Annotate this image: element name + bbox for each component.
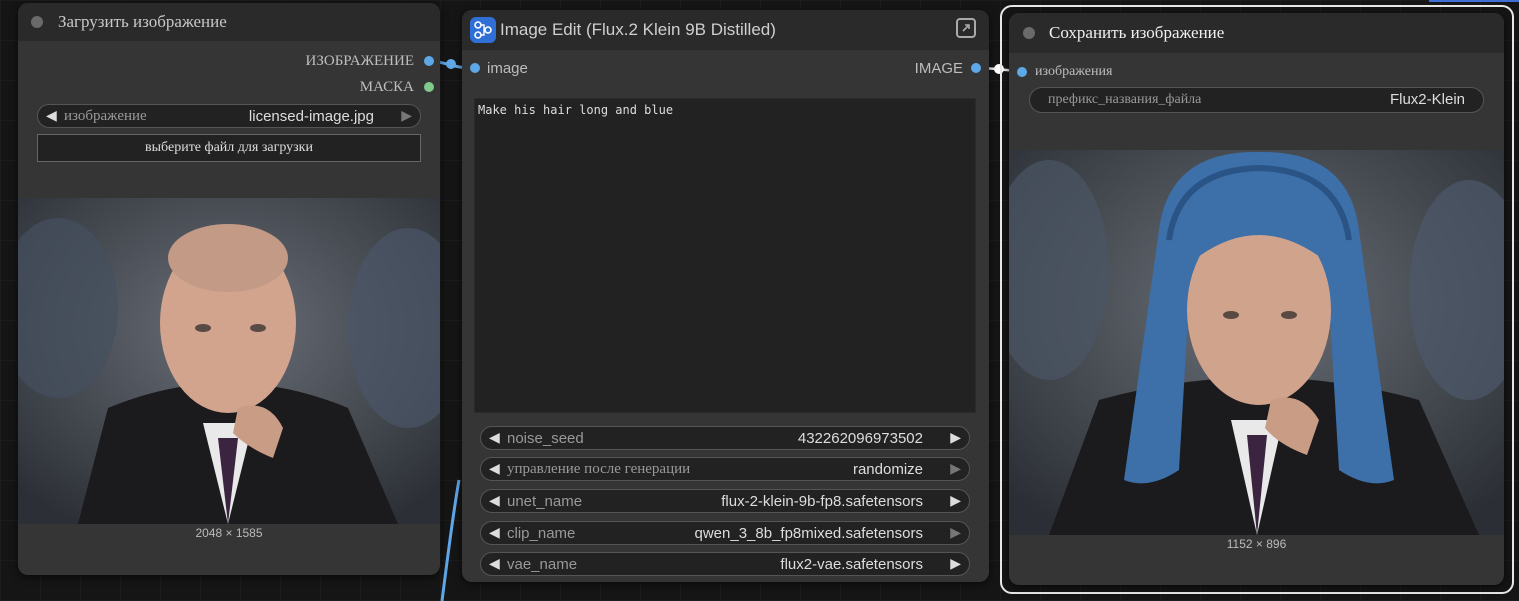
widget-value: 432262096973502 [797, 430, 923, 447]
widget-label: clip_name [507, 525, 576, 542]
arrow-right-icon[interactable]: ▶ [950, 555, 961, 572]
image-dimensions: 1152 × 896 [1226, 537, 1287, 551]
node-title: Сохранить изображение [1049, 23, 1225, 42]
node-title: Загрузить изображение [58, 12, 227, 31]
arrow-left-icon[interactable]: ◀ [489, 492, 500, 509]
edited-portrait-photo [1009, 150, 1504, 535]
widget-label: vae_name [507, 556, 578, 573]
prompt-textarea[interactable]: Make his hair long and blue [474, 98, 976, 413]
image-edit-node[interactable]: Image Edit (Flux.2 Klein 9B Distilled) i… [462, 10, 989, 582]
filename-prefix-widget[interactable]: префикс_названия_файла Flux2-Klein [1029, 87, 1484, 113]
unet-name-widget[interactable]: ◀ unet_name flux-2-klein-9b-fp8.safetens… [480, 489, 970, 513]
node-title: Image Edit (Flux.2 Klein 9B Distilled) [500, 20, 776, 39]
top-right-accent [1429, 0, 1519, 2]
load-image-node[interactable]: Загрузить изображение ИЗОБРАЖЕНИЕ МАСКА … [18, 3, 440, 575]
arrow-right-icon[interactable]: ▶ [950, 492, 961, 509]
widget-value: Flux2-Klein [1389, 91, 1465, 108]
arrow-right-icon[interactable]: ▶ [950, 460, 961, 477]
input-images-slot[interactable] [1017, 67, 1027, 77]
output-preview-image [1009, 150, 1504, 535]
widget-value: flux2-vae.safetensors [780, 556, 923, 573]
widget-label: управление после генерации [507, 461, 691, 477]
arrow-right-icon[interactable]: ▶ [950, 524, 961, 541]
save-image-node[interactable]: Сохранить изображение изображения префик… [1009, 13, 1504, 585]
input-image-label: image [487, 60, 528, 77]
output-image-label: ИЗОБРАЖЕНИЕ [305, 53, 414, 69]
widget-label: префикс_названия_файла [1048, 92, 1202, 107]
widget-value: licensed-image.jpg [248, 108, 374, 125]
arrow-right-icon[interactable]: ▶ [950, 429, 961, 446]
output-image-slot[interactable] [424, 56, 434, 66]
image-dimensions: 2048 × 1585 [195, 526, 263, 540]
subgraph-icon [470, 17, 496, 43]
arrow-left-icon[interactable]: ◀ [46, 107, 57, 124]
image-select-widget[interactable]: ◀ изображение licensed-image.jpg ▶ [37, 104, 421, 128]
collapse-dot-icon[interactable] [31, 16, 43, 28]
arrow-left-icon[interactable]: ◀ [489, 460, 500, 477]
widget-value: qwen_3_8b_fp8mixed.safetensors [694, 525, 924, 542]
input-images-label: изображения [1035, 64, 1113, 79]
widget-label: изображение [64, 108, 147, 124]
output-image-label: IMAGE [914, 60, 963, 77]
output-mask-label: МАСКА [359, 79, 414, 95]
input-image-slot[interactable] [470, 63, 480, 73]
preview-image [18, 198, 440, 524]
widget-label: unet_name [507, 493, 583, 510]
widget-value: flux-2-klein-9b-fp8.safetensors [721, 493, 923, 510]
widget-label: noise_seed [507, 430, 584, 447]
control-after-generate-widget[interactable]: ◀ управление после генерации randomize ▶ [480, 457, 970, 481]
widget-value: randomize [852, 461, 923, 478]
noise-seed-widget[interactable]: ◀ noise_seed 432262096973502 ▶ [480, 426, 970, 450]
vae-name-widget[interactable]: ◀ vae_name flux2-vae.safetensors ▶ [480, 552, 970, 576]
arrow-right-icon[interactable]: ▶ [401, 107, 412, 124]
output-image-slot[interactable] [971, 63, 981, 73]
portrait-photo [18, 198, 440, 524]
arrow-left-icon[interactable]: ◀ [489, 555, 500, 572]
open-subgraph-icon[interactable] [956, 18, 976, 38]
upload-button[interactable]: выберите файл для загрузки [37, 134, 421, 162]
clip-name-widget[interactable]: ◀ clip_name qwen_3_8b_fp8mixed.safetenso… [480, 521, 970, 545]
arrow-left-icon[interactable]: ◀ [489, 524, 500, 541]
collapse-dot-icon[interactable] [1023, 27, 1035, 39]
arrow-left-icon[interactable]: ◀ [489, 429, 500, 446]
output-mask-slot[interactable] [424, 82, 434, 92]
